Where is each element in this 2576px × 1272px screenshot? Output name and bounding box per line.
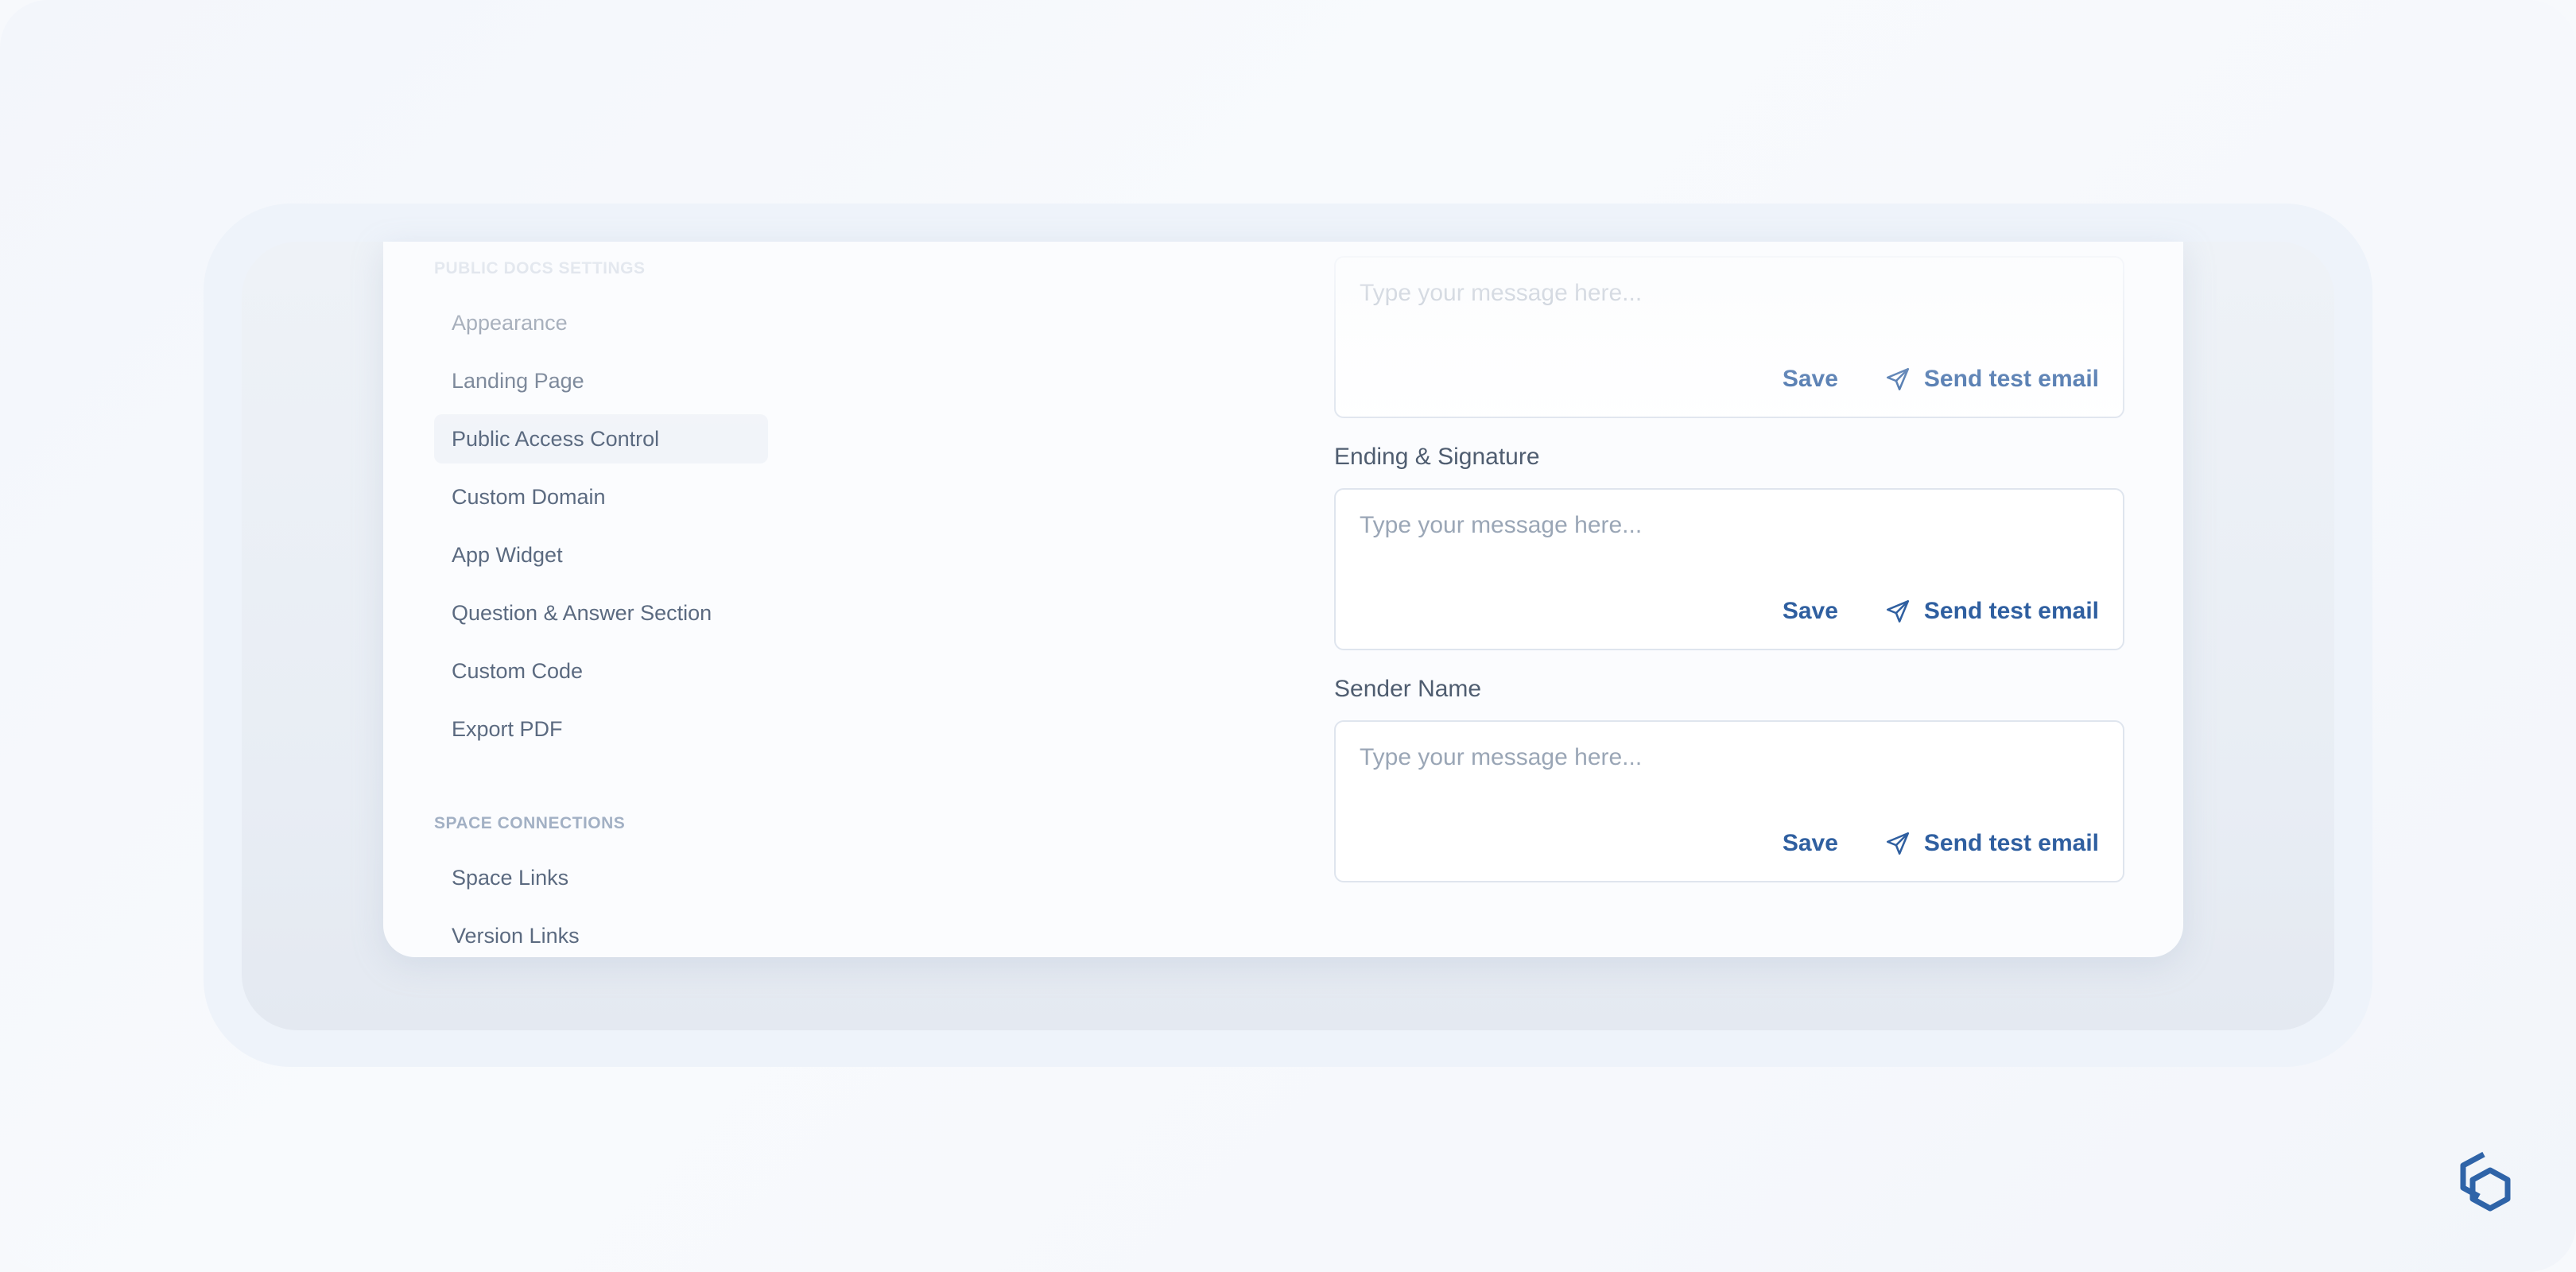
section-title-space-connections: SPACE CONNECTIONS — [434, 814, 626, 832]
sender-name-field-box: Save Send test email — [1334, 720, 2124, 882]
save-button[interactable]: Save — [1783, 830, 1838, 857]
brand-logo-icon — [2460, 1151, 2511, 1212]
sidebar-item-space-links[interactable]: Space Links — [434, 853, 768, 902]
send-test-email-label: Send test email — [1923, 366, 2099, 392]
ending-signature-label: Ending & Signature — [1334, 444, 1540, 470]
message-field-box: Save Send test email — [1334, 256, 2124, 418]
settings-card: PUBLIC DOCS SETTINGS Appearance Landing … — [383, 242, 2183, 957]
send-test-email-button[interactable]: Send test email — [1884, 830, 2099, 857]
field-actions: Save Send test email — [1783, 598, 2099, 625]
sender-name-label: Sender Name — [1334, 676, 1482, 702]
message-input[interactable] — [1360, 280, 2075, 307]
sidebar-item-landing-page[interactable]: Landing Page — [434, 356, 768, 405]
sender-name-input[interactable] — [1360, 744, 2075, 771]
sidebar-item-appearance[interactable]: Appearance — [434, 298, 768, 347]
ending-signature-input[interactable] — [1360, 512, 2075, 539]
sidebar-item-question-answer-section[interactable]: Question & Answer Section — [434, 588, 768, 638]
sidebar-item-app-widget[interactable]: App Widget — [434, 530, 768, 580]
send-icon — [1886, 367, 1909, 391]
send-test-email-label: Send test email — [1923, 598, 2099, 624]
section-title-public-docs: PUBLIC DOCS SETTINGS — [434, 259, 646, 277]
sidebar-item-version-links[interactable]: Version Links — [434, 911, 768, 957]
send-test-email-label: Send test email — [1923, 830, 2099, 856]
field-actions: Save Send test email — [1783, 830, 2099, 857]
send-icon — [1886, 832, 1909, 855]
sidebar-item-custom-domain[interactable]: Custom Domain — [434, 472, 768, 522]
send-icon — [1886, 599, 1909, 623]
field-actions: Save Send test email — [1783, 366, 2099, 393]
save-button[interactable]: Save — [1783, 598, 1838, 625]
sidebar-item-public-access-control[interactable]: Public Access Control — [434, 414, 768, 463]
send-test-email-button[interactable]: Send test email — [1884, 598, 2099, 625]
send-test-email-button[interactable]: Send test email — [1884, 366, 2099, 393]
save-button[interactable]: Save — [1783, 366, 1838, 393]
ending-signature-field-box: Save Send test email — [1334, 488, 2124, 650]
sidebar-item-custom-code[interactable]: Custom Code — [434, 646, 768, 696]
sidebar-item-export-pdf[interactable]: Export PDF — [434, 704, 768, 754]
